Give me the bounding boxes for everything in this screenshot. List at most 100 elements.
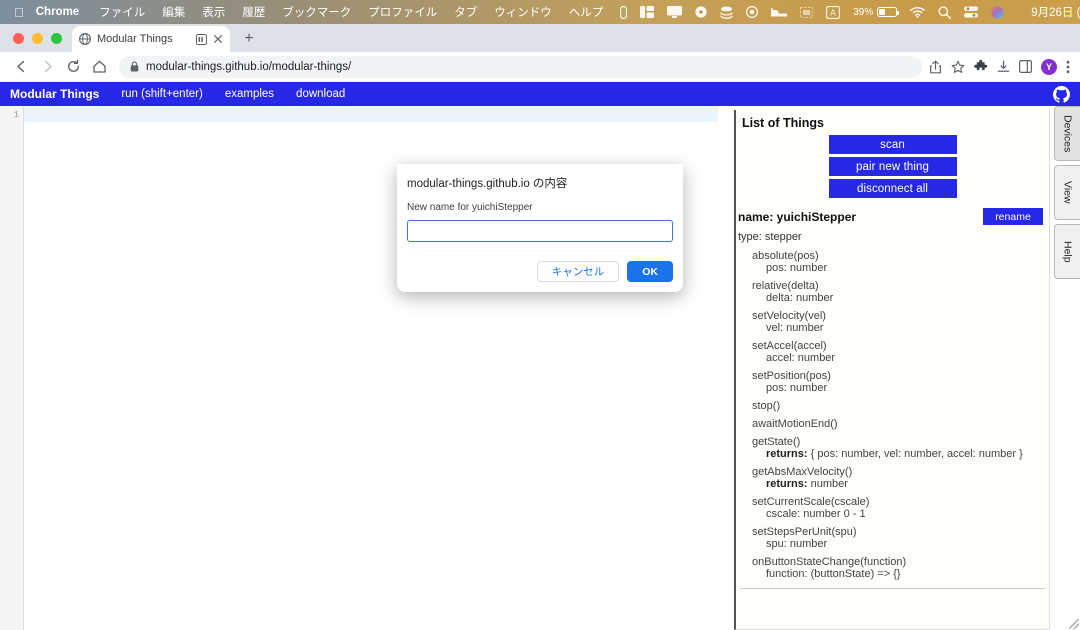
nav-link-download[interactable]: download — [296, 88, 345, 100]
list-item: stop() — [752, 400, 1049, 412]
forward-arrow-icon[interactable] — [34, 54, 60, 80]
reload-icon[interactable] — [60, 54, 86, 80]
siri-icon[interactable] — [991, 5, 1004, 19]
stack-icon[interactable] — [720, 6, 733, 19]
thing-type-label: type: stepper — [738, 231, 802, 243]
apple-icon[interactable]:  — [14, 6, 24, 19]
globe-icon — [79, 33, 91, 45]
app-navbar: Modular Things run (shift+enter) example… — [0, 82, 1080, 106]
stage-manager-icon[interactable] — [640, 6, 655, 18]
close-icon[interactable] — [213, 34, 223, 44]
side-tab-rail: Devices View Help — [1054, 106, 1080, 283]
menubar-item-history[interactable]: 履歴 — [242, 4, 265, 20]
ok-button[interactable]: OK — [627, 261, 673, 282]
dialog-prompt-label: New name for yuichiStepper — [407, 202, 533, 213]
returns-value: { pos: number, vel: number, accel: numbe… — [810, 448, 1023, 460]
method-signature: relative(delta) — [752, 280, 819, 292]
cancel-button[interactable]: キャンセル — [536, 261, 620, 282]
method-signature: setVelocity(vel) — [752, 310, 826, 322]
menubar-item-bookmarks[interactable]: ブックマーク — [282, 4, 351, 20]
method-list: absolute(pos) pos: number relative(delta… — [736, 243, 1049, 580]
editor-active-line — [24, 106, 718, 122]
screen-mirror-icon[interactable] — [800, 6, 814, 18]
resize-handle[interactable] — [1069, 619, 1079, 629]
maximize-window-button[interactable] — [51, 33, 62, 44]
nav-link-run[interactable]: run (shift+enter) — [121, 88, 203, 100]
control-center-icon[interactable] — [964, 6, 979, 18]
page-title: List of Things — [742, 116, 824, 130]
rename-button[interactable]: rename — [983, 208, 1043, 225]
list-item: setVelocity(vel) vel: number — [752, 310, 1049, 334]
method-signature: setPosition(pos) — [752, 370, 831, 382]
dialog-title: modular-things.github.io の内容 — [407, 178, 568, 190]
bookmark-star-icon[interactable] — [951, 60, 965, 74]
record-icon[interactable] — [746, 6, 759, 18]
media-control-icon[interactable] — [196, 33, 207, 45]
minimize-window-button[interactable] — [32, 33, 43, 44]
sidebar-item-devices[interactable]: Devices — [1054, 106, 1080, 161]
menubar-item-help[interactable]: ヘルプ — [569, 4, 604, 20]
menubar-item-edit[interactable]: 編集 — [162, 4, 185, 20]
battery-status[interactable]: 39% — [853, 7, 900, 18]
list-item: getState() returns: { pos: number, vel: … — [752, 436, 1049, 460]
panel-divider — [740, 588, 1045, 589]
method-arg: cscale: number 0 - 1 — [766, 508, 866, 520]
menubar-item-file[interactable]: ファイル — [99, 4, 145, 20]
svg-text:A: A — [830, 7, 836, 17]
sidebar-item-label: Help — [1061, 240, 1074, 263]
avatar[interactable]: Y — [1041, 58, 1057, 75]
menubar-item-chrome[interactable]: Chrome — [36, 6, 79, 18]
disconnect-all-button[interactable]: disconnect all — [828, 179, 957, 198]
list-item: setStepsPerUnit(spu) spu: number — [752, 526, 1049, 550]
wifi-icon[interactable] — [910, 6, 925, 18]
side-panel-icon[interactable] — [1019, 60, 1032, 73]
sidebar-item-help[interactable]: Help — [1054, 224, 1080, 279]
lock-icon — [130, 61, 139, 72]
method-arg: pos: number — [766, 382, 828, 394]
method-arg: pos: number — [766, 262, 828, 274]
nav-link-examples[interactable]: examples — [225, 88, 274, 100]
browser-tab[interactable]: Modular Things — [72, 26, 230, 52]
window-traffic-lights — [0, 33, 72, 52]
list-item: setCurrentScale(cscale) cscale: number 0… — [752, 496, 1049, 520]
method-signature: awaitMotionEnd() — [752, 418, 838, 430]
menubar-clock[interactable]: 9月26日 (火) 16:17 — [1031, 4, 1080, 20]
share-icon[interactable] — [929, 60, 942, 74]
method-signature: stop() — [752, 400, 781, 412]
github-icon[interactable] — [1053, 85, 1070, 103]
javascript-prompt-dialog: modular-things.github.io の内容 New name fo… — [397, 164, 683, 292]
menubar-item-window[interactable]: ウィンドウ — [494, 4, 552, 20]
dialog-text-input[interactable] — [407, 220, 673, 242]
back-arrow-icon[interactable] — [8, 54, 34, 80]
new-tab-button[interactable]: + — [236, 26, 262, 52]
method-signature: getAbsMaxVelocity() — [752, 466, 853, 478]
list-item: setAccel(accel) accel: number — [752, 340, 1049, 364]
bed-icon[interactable] — [771, 7, 788, 17]
method-returns: returns: number — [752, 478, 1049, 490]
pair-new-thing-button[interactable]: pair new thing — [828, 157, 957, 176]
extensions-puzzle-icon[interactable] — [974, 59, 988, 74]
method-signature: setStepsPerUnit(spu) — [752, 526, 857, 538]
close-window-button[interactable] — [13, 33, 24, 44]
method-signature: setAccel(accel) — [752, 340, 827, 352]
spotlight-search-icon[interactable] — [938, 5, 952, 19]
list-item: absolute(pos) pos: number — [752, 250, 1049, 274]
kebab-menu-icon[interactable] — [1066, 60, 1070, 74]
address-bar[interactable]: modular-things.github.io/modular-things/ — [119, 55, 922, 78]
clock-circle-icon[interactable] — [695, 6, 707, 18]
menubar-item-tab[interactable]: タブ — [454, 4, 477, 20]
home-icon[interactable] — [86, 54, 112, 80]
things-panel: List of Things scan pair new thing disco… — [734, 110, 1050, 630]
menubar-item-view[interactable]: 表示 — [202, 4, 225, 20]
menubar-item-profiles[interactable]: プロファイル — [368, 4, 437, 20]
usb-icon[interactable] — [620, 5, 628, 19]
sidebar-item-label: Devices — [1061, 114, 1074, 153]
input-source-icon[interactable]: A — [826, 5, 841, 19]
method-signature: getState() — [752, 436, 801, 448]
app-brand[interactable]: Modular Things — [10, 87, 99, 101]
downloads-icon[interactable] — [997, 60, 1010, 74]
sidebar-item-view[interactable]: View — [1054, 165, 1080, 220]
line-number: 1 — [13, 110, 19, 120]
scan-button[interactable]: scan — [828, 135, 957, 154]
display-icon[interactable] — [667, 6, 683, 18]
